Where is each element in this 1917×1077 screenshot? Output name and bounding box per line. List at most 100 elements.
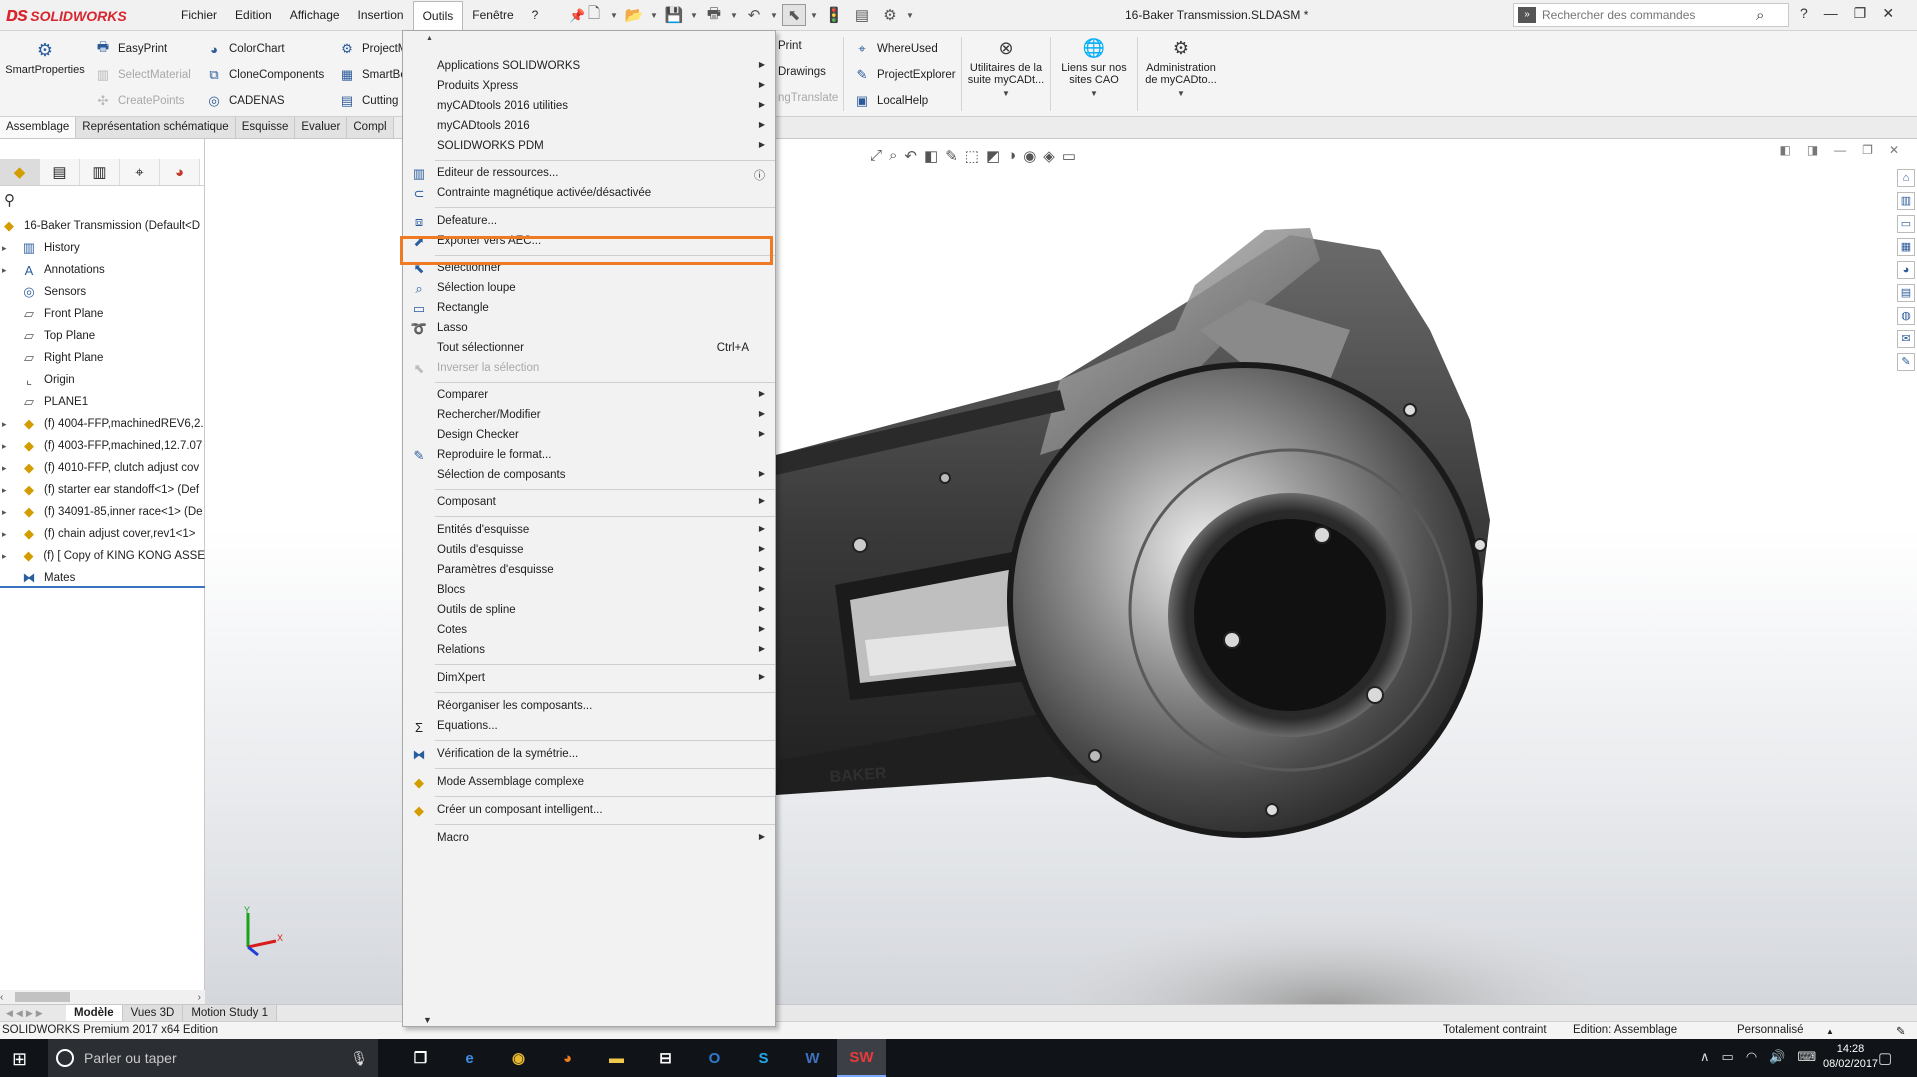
clonecomponents-button[interactable]: ⧉ CloneComponents xyxy=(205,66,324,84)
translate-button[interactable]: ngTranslate xyxy=(778,92,838,104)
view-orientation-icon[interactable]: ⬚ xyxy=(965,147,979,165)
home-icon[interactable]: ⌂ xyxy=(1897,169,1915,187)
menu-scroll-up-icon[interactable]: ▲ xyxy=(426,35,433,42)
cadenas-button[interactable]: ◎ CADENAS xyxy=(205,92,284,110)
mycadtools-admin-button[interactable]: ⚙ Administration de myCADto... ▼ xyxy=(1141,37,1221,100)
view-settings-icon[interactable]: ▭ xyxy=(1062,147,1076,165)
menu-outils[interactable]: Outils xyxy=(412,1,464,30)
viewport-tile-left-icon[interactable]: ◧ xyxy=(1779,143,1790,157)
firefox-browser-icon[interactable]: ◕ xyxy=(543,1039,592,1077)
command-search-input[interactable] xyxy=(1542,8,1752,22)
menu-scroll-down-icon[interactable]: ▼ xyxy=(423,1015,432,1025)
expand-arrow-icon[interactable]: ▸ xyxy=(2,243,12,254)
menu-insertion[interactable]: Insertion xyxy=(349,1,413,30)
scroll-right-icon[interactable]: › xyxy=(198,992,201,1003)
units-selector[interactable]: Personnalisé xyxy=(1737,1024,1803,1036)
open-folder-icon[interactable]: 📂 xyxy=(622,4,646,26)
options-dropdown-icon[interactable]: ▼ xyxy=(906,11,914,20)
community-icon[interactable]: ✉ xyxy=(1897,330,1915,348)
menu-item-inverser-la-selection[interactable]: ⬉ Inverser la sélection xyxy=(403,357,775,381)
edit-appearance-icon[interactable]: ◉ xyxy=(1023,147,1036,165)
menu-item-equations[interactable]: Σ Equations... xyxy=(403,715,775,739)
previous-view-icon[interactable]: ↶ xyxy=(904,147,917,165)
tooltip-toggle-icon[interactable]: ✎ xyxy=(1896,1024,1906,1038)
windows-start-icon[interactable]: ⊞ xyxy=(12,1049,27,1070)
expand-arrow-icon[interactable]: ▸ xyxy=(2,463,12,474)
traffic-light-icon[interactable]: 🚦 xyxy=(822,4,846,26)
command-search-box[interactable]: » ⌕ xyxy=(1513,3,1789,27)
expand-arrow-icon[interactable]: ▸ xyxy=(2,485,12,496)
solidworks-logo[interactable]: ᴅs SOLIDWORKS xyxy=(6,3,150,28)
units-dropdown-icon[interactable]: ▲ xyxy=(1826,1027,1834,1036)
menu-help[interactable]: ? xyxy=(523,1,548,30)
menu-item-macro[interactable]: Macro ▶ xyxy=(403,827,775,851)
options-gear-icon[interactable]: ⚙ xyxy=(878,4,902,26)
cad-links-button[interactable]: 🌐 Liens sur nos sites CAO ▼ xyxy=(1054,37,1134,100)
solidworks-taskbar-icon[interactable]: SW xyxy=(837,1039,886,1077)
zoom-area-icon[interactable]: ⌕ xyxy=(889,147,897,165)
menu-fenetre[interactable]: Fenêtre xyxy=(463,1,522,30)
minimize-icon[interactable]: — xyxy=(1824,5,1838,22)
expand-arrow-icon[interactable]: ▸ xyxy=(2,507,12,518)
file-explorer-icon[interactable]: ▭ xyxy=(1897,215,1915,233)
close-icon[interactable]: ✕ xyxy=(1882,5,1894,22)
word-icon[interactable]: W xyxy=(788,1039,837,1077)
scroll-left-icon[interactable]: ‹ xyxy=(0,992,3,1003)
tab-complements[interactable]: Compl xyxy=(347,117,394,138)
smartproperties-button[interactable]: ⚙ SmartProperties xyxy=(4,39,86,76)
apply-scene-icon[interactable]: ◈ xyxy=(1043,147,1055,165)
tree-node[interactable]: ▱ Front Plane xyxy=(0,303,205,325)
tree-node[interactable]: ▱ Right Plane xyxy=(0,347,205,369)
tree-node[interactable]: ▸ ◆ (f) 4010-FFP, clutch adjust cov xyxy=(0,457,205,479)
wifi-icon[interactable]: ◠ xyxy=(1746,1049,1757,1065)
tree-node[interactable]: ▱ Top Plane xyxy=(0,325,205,347)
menu-item-mode-assemblage-complexe[interactable]: ◆ Mode Assemblage complexe xyxy=(403,771,775,795)
propertymanager-icon[interactable]: ▤ xyxy=(40,159,80,185)
menu-item-contrainte-magnetique-activee-desactivee[interactable]: ⊂ Contrainte magnétique activée/désactivé… xyxy=(403,182,775,206)
menu-item-dimxpert[interactable]: DimXpert ▶ xyxy=(403,667,775,691)
print-tool-button[interactable]: Print xyxy=(778,40,802,52)
featuremanager-tree-icon[interactable]: ◆ xyxy=(0,159,40,185)
expand-arrow-icon[interactable]: ▸ xyxy=(2,441,12,452)
view-palette-icon[interactable]: ▦ xyxy=(1897,238,1915,256)
save-dropdown-icon[interactable]: ▼ xyxy=(690,11,698,20)
file-properties-icon[interactable]: ▤ xyxy=(850,4,874,26)
solidworks-forum-icon[interactable]: ◍ xyxy=(1897,307,1915,325)
help-icon[interactable]: ? xyxy=(1800,5,1808,22)
tree-node[interactable]: ▱ PLANE1 xyxy=(0,391,205,413)
filter-icon[interactable]: ⚲ xyxy=(4,191,15,209)
menu-fichier[interactable]: Fichier xyxy=(172,1,226,30)
displaymanager-icon[interactable]: ◕ xyxy=(160,159,200,185)
menu-item-composant[interactable]: Composant ▶ xyxy=(403,491,775,515)
selectmaterial-button[interactable]: ▥ SelectMaterial xyxy=(94,66,191,84)
print-icon[interactable]: 🖶 xyxy=(702,4,726,26)
select-dropdown-icon[interactable]: ▼ xyxy=(810,11,818,20)
menu-item-relations[interactable]: Relations ▶ xyxy=(403,639,775,663)
viewport-restore-icon[interactable]: ❐ xyxy=(1862,143,1873,157)
outlook-icon[interactable]: O xyxy=(690,1039,739,1077)
tab-vues-3d[interactable]: Vues 3D xyxy=(122,1005,184,1021)
expand-arrow-icon[interactable]: ▸ xyxy=(2,529,12,540)
localhelp-button[interactable]: ▣ LocalHelp xyxy=(853,92,928,110)
open-dropdown-icon[interactable]: ▼ xyxy=(650,11,658,20)
tree-node[interactable]: ▸ ◆ (f) [ Copy of KING KONG ASSE xyxy=(0,545,205,567)
viewport-tile-right-icon[interactable]: ◨ xyxy=(1807,143,1818,157)
tab-navigation-arrows-icon[interactable]: ◀◀▶▶ xyxy=(0,1008,66,1019)
save-icon[interactable]: 💾 xyxy=(662,4,686,26)
configurationmanager-icon[interactable]: ▥ xyxy=(80,159,120,185)
tree-node[interactable]: ▸ ◆ (f) chain adjust cover,rev1<1> xyxy=(0,523,205,545)
tab-esquisse[interactable]: Esquisse xyxy=(235,117,296,138)
tree-node[interactable]: ⌞ Origin xyxy=(0,369,205,391)
createpoints-button[interactable]: ✣ CreatePoints xyxy=(94,92,185,110)
tab-assemblage[interactable]: Assemblage xyxy=(0,117,77,138)
command-search-mode-icon[interactable]: » xyxy=(1518,7,1536,23)
dynamic-annotation-icon[interactable]: ✎ xyxy=(945,147,958,165)
section-view-icon[interactable]: ◧ xyxy=(924,147,938,165)
help-icon[interactable]: ⓘ xyxy=(754,167,765,183)
skype-icon[interactable]: S xyxy=(739,1039,788,1077)
tray-expand-icon[interactable]: ∧ xyxy=(1700,1049,1710,1065)
viewport-minimize-icon[interactable]: — xyxy=(1834,143,1846,157)
display-style-icon[interactable]: ◩ xyxy=(986,147,1000,165)
tab-motion-study-1[interactable]: Motion Study 1 xyxy=(183,1005,278,1021)
scroll-thumb[interactable] xyxy=(15,992,71,1002)
